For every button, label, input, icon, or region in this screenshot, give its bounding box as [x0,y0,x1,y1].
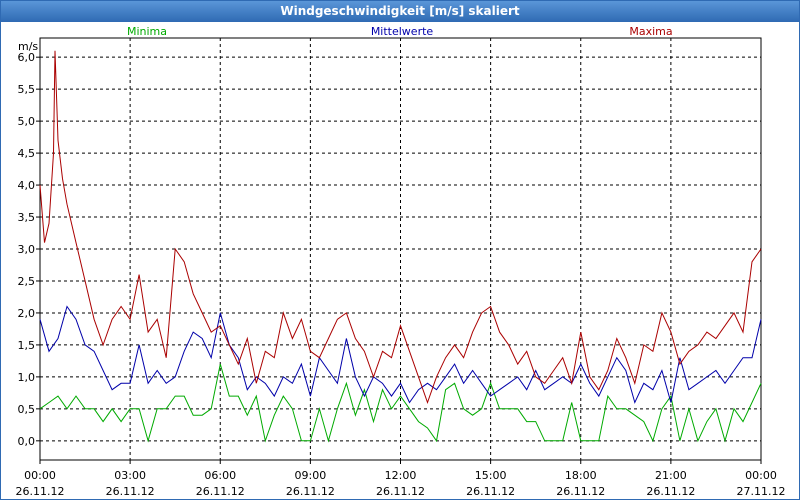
y-axis-label: m/s [18,40,38,53]
y-tick-label: 2,0 [18,307,36,320]
x-tick-time: 03:00 [114,469,146,482]
y-tick-label: 5,0 [18,115,36,128]
legend-entry-maxima: Maxima [629,25,672,38]
y-axis-ticks: 0,0 0,5 1,0 1,5 2,0 2,5 3,0 3,5 4,0 4,5 5,0 5,5 6,0 [18,51,40,448]
x-tick-date: 26.11.12 [106,485,155,498]
x-tick-time: 12:00 [385,469,417,482]
x-tick-date: 26.11.12 [556,485,605,498]
wind-speed-chart: 0,00,51,01,52,02,53,03,54,04,55,05,56,0 … [16,25,786,498]
y-tick-label: 2,5 [18,275,36,288]
legend: Minima Mittelwerte Maxima [127,25,673,38]
x-tick-date: 26.11.12 [466,485,515,498]
x-tick-time: 00:00 [24,469,56,482]
x-tick-date: 26.11.12 [646,485,695,498]
y-tick-label: 4,0 [18,179,36,192]
y-tick-label: 6,0 [18,51,36,64]
x-tick-date: 26.11.12 [376,485,425,498]
x-tick-time: 21:00 [655,469,687,482]
x-tick-time: 15:00 [475,469,507,482]
y-tick-label: 3,5 [18,211,36,224]
x-tick-time: 06:00 [204,469,236,482]
x-tick-date: 26.11.12 [196,485,245,498]
y-tick-label: 0,0 [18,435,36,448]
y-tick-label: 0,5 [18,403,36,416]
x-tick-time: 18:00 [565,469,597,482]
x-tick-date: 27.11.12 [737,485,786,498]
y-tick-label: 3,0 [18,243,36,256]
x-axis-ticks: 00:00 26.11.12 03:00 26.11.12 06:00 26.11.12 0… [16,460,786,498]
x-tick-date: 26.11.12 [16,485,65,498]
legend-entry-mittelwerte: Mittelwerte [371,25,434,38]
legend-entry-minima: Minima [127,25,167,38]
y-tick-label: 1,5 [18,339,36,352]
x-tick-time: 09:00 [295,469,327,482]
x-tick-time: 00:00 [745,469,777,482]
x-tick-date: 26.11.12 [286,485,335,498]
y-tick-label: 1,0 [18,371,36,384]
y-tick-label: 4,5 [18,147,36,160]
y-tick-label: 5,5 [18,83,36,96]
